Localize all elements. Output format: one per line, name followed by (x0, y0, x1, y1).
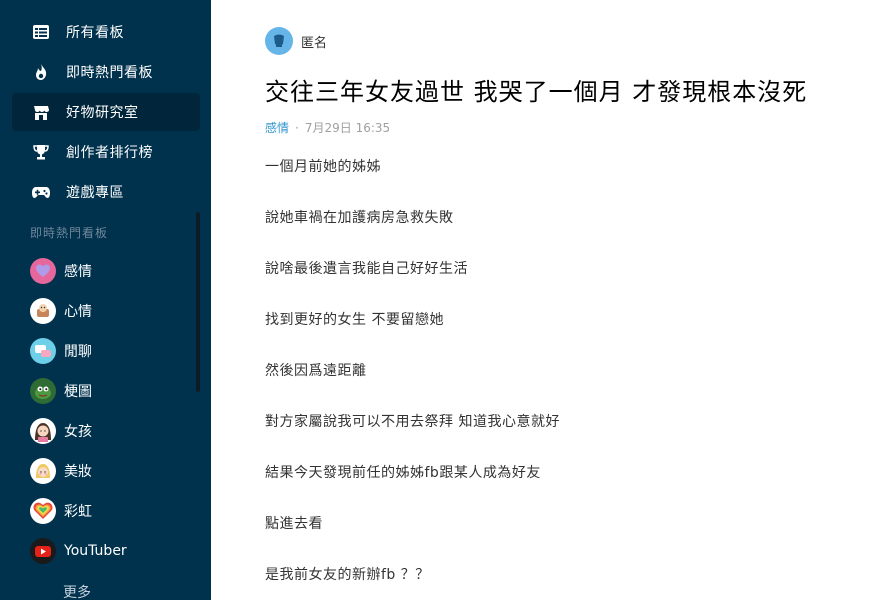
post-meta: 感情 · 7月29日 16:35 (265, 119, 390, 136)
forum-item-mood[interactable]: 心情 (30, 296, 92, 326)
post-board-link[interactable]: 感情 (265, 119, 289, 136)
meta-separator: · (295, 120, 299, 135)
forum-label: 美妝 (64, 464, 92, 480)
post-line: 一個月前她的姊姊 (265, 159, 381, 175)
chat-icon (30, 338, 56, 364)
sidebar: 所有看板 即時熱門看板 好物研究室 創作者排行榜 遊戲專區 即時熱門看板 感情 (0, 0, 211, 600)
gamepad-icon (30, 181, 52, 203)
post-line: 點進去看 (265, 516, 323, 532)
flame-icon (30, 61, 52, 83)
youtube-icon (30, 538, 56, 564)
forum-item-makeup[interactable]: 美妝 (30, 456, 92, 486)
author-name[interactable]: 匿名 (301, 32, 327, 51)
heart-icon (30, 258, 56, 284)
forum-item-relationship[interactable]: 感情 (30, 256, 92, 286)
nav-label: 所有看板 (66, 25, 124, 41)
forum-item-girls[interactable]: 女孩 (30, 416, 92, 446)
more-link[interactable]: 更多 (63, 582, 91, 600)
nav-label: 即時熱門看板 (66, 65, 153, 81)
forum-label: 心情 (64, 304, 92, 320)
forum-label: YouTuber (64, 543, 127, 559)
nav-item-hot-boards[interactable]: 即時熱門看板 (12, 53, 200, 91)
post-line: 找到更好的女生 不要留戀她 (265, 312, 444, 328)
makeup-icon (30, 458, 56, 484)
nav-item-games[interactable]: 遊戲專區 (12, 173, 200, 211)
store-icon (30, 101, 52, 123)
trophy-icon (30, 141, 52, 163)
nav-item-all-boards[interactable]: 所有看板 (12, 13, 200, 51)
forum-label: 閒聊 (64, 344, 92, 360)
mood-icon (30, 298, 56, 324)
girl-icon (30, 418, 56, 444)
sidebar-scrollbar[interactable] (196, 212, 200, 392)
post-line: 說啥最後遺言我能自己好好生活 (265, 261, 468, 277)
forum-item-youtuber[interactable]: YouTuber (30, 536, 127, 566)
post-line: 說她車禍在加護病房急救失敗 (265, 210, 454, 226)
post-line: 結果今天發現前任的姊姊fb跟某人成為好友 (265, 465, 541, 481)
forum-item-chat[interactable]: 閒聊 (30, 336, 92, 366)
nav-label: 創作者排行榜 (66, 145, 153, 161)
author-row: 匿名 (265, 27, 327, 55)
meme-frog-icon (30, 378, 56, 404)
forum-item-memes[interactable]: 梗圖 (30, 376, 92, 406)
forum-label: 彩虹 (64, 504, 92, 520)
section-title-hot-boards: 即時熱門看板 (30, 226, 109, 240)
post-date: 7月29日 16:35 (304, 121, 391, 135)
nav-item-goods-lab[interactable]: 好物研究室 (12, 93, 200, 131)
post-line: 對方家屬說我可以不用去祭拜 知道我心意就好 (265, 414, 560, 430)
forum-label: 女孩 (64, 424, 92, 440)
nav-label: 好物研究室 (66, 105, 139, 121)
post-title: 交往三年女友過世 我哭了一個月 才發現根本沒死 (265, 78, 808, 106)
nav-item-creator-ranking[interactable]: 創作者排行榜 (12, 133, 200, 171)
anonymous-avatar-icon[interactable] (265, 27, 293, 55)
board-list-icon (30, 21, 52, 43)
rainbow-icon (30, 498, 56, 524)
forum-label: 感情 (64, 264, 92, 280)
forum-label: 梗圖 (64, 384, 92, 400)
nav-label: 遊戲專區 (66, 185, 124, 201)
post-line: 是我前女友的新辦fb ？？ (265, 567, 430, 583)
post-content: 匿名 交往三年女友過世 我哭了一個月 才發現根本沒死 感情 · 7月29日 16… (211, 0, 870, 600)
post-line: 然後因爲遠距離 (265, 363, 367, 379)
forum-item-rainbow[interactable]: 彩虹 (30, 496, 92, 526)
